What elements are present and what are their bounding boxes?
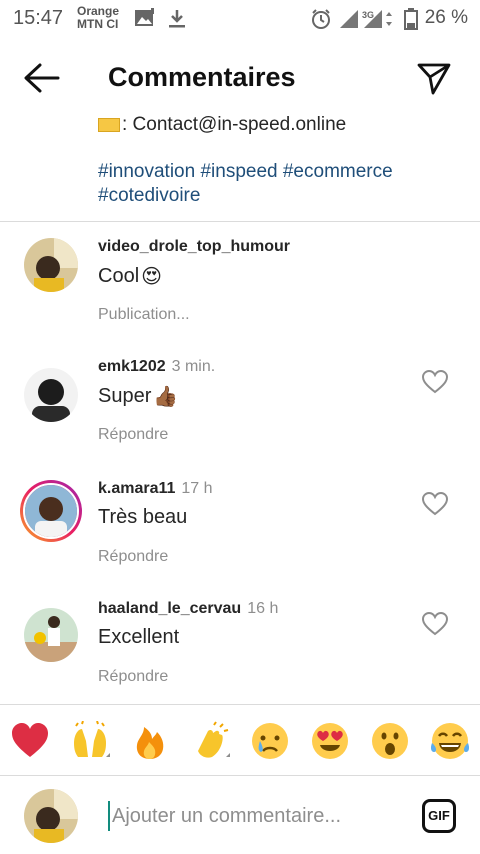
- surprised-face-emoji[interactable]: [370, 721, 410, 761]
- comment-item: k.amara11 17 h Très beau Répondre: [0, 480, 480, 600]
- caption-contact-text: : Contact@in-speed.online: [122, 114, 347, 135]
- thumbs-up-emoji: 👍🏾: [153, 386, 179, 408]
- back-arrow-icon[interactable]: [22, 60, 62, 96]
- comment-text: Cool 😍: [98, 264, 162, 289]
- comment-text: Très beau: [98, 506, 187, 529]
- raising-hands-emoji[interactable]: [70, 721, 110, 761]
- red-heart-emoji[interactable]: [10, 721, 50, 761]
- alarm-icon: [312, 9, 330, 29]
- comment-body: Excellent: [98, 626, 180, 648]
- avatar-image: [25, 485, 77, 537]
- heart-outline-icon[interactable]: [422, 370, 448, 394]
- current-user-avatar: [24, 789, 78, 843]
- avatar-image: [24, 789, 78, 843]
- comment-username[interactable]: emk1202: [98, 358, 166, 375]
- fire-emoji[interactable]: [130, 721, 170, 761]
- post-caption: : Contact@in-speed.online #innovation #i…: [0, 112, 480, 222]
- comment-body: Très beau: [98, 506, 188, 528]
- comment-item: video_drole_top_humour Cool 😍 Publication…: [0, 238, 480, 358]
- avatar-image: [24, 368, 78, 422]
- comment-text: Super 👍🏾: [98, 384, 178, 409]
- clapping-hands-emoji[interactable]: [190, 721, 230, 761]
- tears-of-joy-emoji[interactable]: [430, 721, 470, 761]
- comment-text: Excellent: [98, 626, 179, 649]
- comment-body: Super: [98, 385, 152, 407]
- battery-percent: 26 %: [424, 7, 468, 28]
- heart-outline-icon[interactable]: [422, 612, 448, 636]
- signal-icon: [340, 10, 358, 28]
- battery-icon: [404, 8, 418, 30]
- comment-username[interactable]: video_drole_top_humour: [98, 238, 290, 255]
- caption-contact-line: : Contact@in-speed.online: [98, 114, 346, 136]
- heart-outline-icon[interactable]: [422, 492, 448, 516]
- reply-button[interactable]: Répondre: [98, 668, 168, 686]
- avatar[interactable]: [24, 368, 78, 422]
- publishing-status: Publication...: [98, 306, 190, 323]
- comment-input[interactable]: [108, 801, 398, 831]
- avatar[interactable]: [24, 608, 78, 662]
- quick-reactions-bar: [0, 704, 480, 776]
- svg-text:3G: 3G: [362, 10, 374, 20]
- avatar-inner: [23, 483, 79, 539]
- reply-button[interactable]: Répondre: [98, 548, 168, 566]
- caption-hashtags[interactable]: #innovation #inspeed #ecommerce #cotediv…: [98, 160, 468, 208]
- comment-meta: haaland_le_cervau 16 h: [98, 600, 278, 618]
- paper-plane-icon[interactable]: [416, 60, 452, 96]
- avatar-image: [24, 238, 78, 292]
- carrier-label: Orange MTN CI: [77, 5, 119, 31]
- status-time: 15:47: [13, 7, 64, 29]
- status-bar: 15:47 Orange MTN CI 3G 26 %: [0, 0, 480, 38]
- image-icon: [135, 8, 154, 26]
- avatar-with-story-ring[interactable]: [20, 480, 82, 542]
- comment-meta: video_drole_top_humour: [98, 238, 290, 256]
- avatar[interactable]: [24, 238, 78, 292]
- signal-3g-icon: 3G: [362, 10, 392, 28]
- comment-time: 16 h: [247, 600, 279, 617]
- comment-username[interactable]: haaland_le_cervau: [98, 600, 241, 617]
- heart-eyes-emoji: 😍: [141, 266, 162, 288]
- gif-button[interactable]: GIF: [422, 799, 456, 833]
- comment-meta: k.amara11 17 h: [98, 480, 213, 498]
- comment-input-bar: GIF: [0, 777, 480, 854]
- envelope-icon: [98, 117, 120, 132]
- carrier-line-2: MTN CI: [77, 17, 119, 31]
- comment-username[interactable]: k.amara11: [98, 480, 175, 497]
- download-icon: [169, 10, 185, 28]
- comment-meta: emk1202 3 min.: [98, 358, 215, 376]
- crying-face-emoji[interactable]: [250, 721, 290, 761]
- header: Commentaires: [0, 38, 480, 118]
- reply-button[interactable]: Répondre: [98, 426, 168, 444]
- comment-item: haaland_le_cervau 16 h Excellent Répondre: [0, 600, 480, 720]
- comment-item: emk1202 3 min. Super 👍🏾 Répondre: [0, 358, 480, 478]
- page-title: Commentaires: [108, 62, 296, 92]
- comment-body: Cool: [98, 265, 140, 287]
- comment-time: 17 h: [181, 480, 213, 497]
- heart-eyes-emoji[interactable]: [310, 721, 350, 761]
- comment-time: 3 min.: [171, 358, 216, 375]
- avatar-image: [24, 608, 78, 662]
